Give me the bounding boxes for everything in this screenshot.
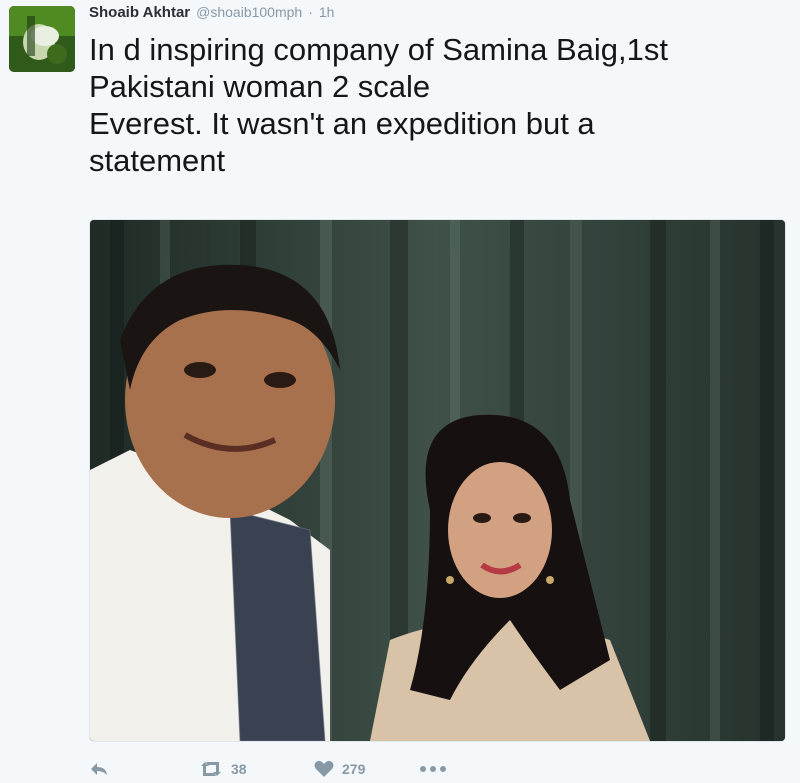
heart-icon <box>314 760 334 777</box>
retweet-icon <box>201 762 221 776</box>
author-handle[interactable]: @shoaib100mph <box>196 4 302 20</box>
tweet-text: In d inspiring company of Samina Baig,1s… <box>89 32 668 178</box>
tweet-photo[interactable] <box>89 219 786 742</box>
like-button[interactable]: 279 <box>314 760 365 778</box>
avatar[interactable] <box>9 6 75 72</box>
reply-button[interactable] <box>89 761 109 777</box>
reply-icon <box>91 763 107 775</box>
tweet[interactable]: Shoaib Akhtar @shoaib100mph · 1h In d in… <box>0 0 800 783</box>
more-icon <box>420 766 446 772</box>
photo-image <box>90 220 785 741</box>
like-count: 279 <box>342 761 366 777</box>
tweet-actions: 38 279 <box>89 757 446 781</box>
avatar-image <box>9 6 75 72</box>
timestamp[interactable]: 1h <box>319 4 335 20</box>
author-name[interactable]: Shoaib Akhtar <box>89 4 190 21</box>
separator-dot: · <box>308 4 313 20</box>
tweet-header: Shoaib Akhtar @shoaib100mph · 1h <box>89 4 334 24</box>
retweet-count: 38 <box>231 761 247 777</box>
retweet-button[interactable]: 38 <box>199 761 247 777</box>
more-button[interactable] <box>419 765 447 773</box>
